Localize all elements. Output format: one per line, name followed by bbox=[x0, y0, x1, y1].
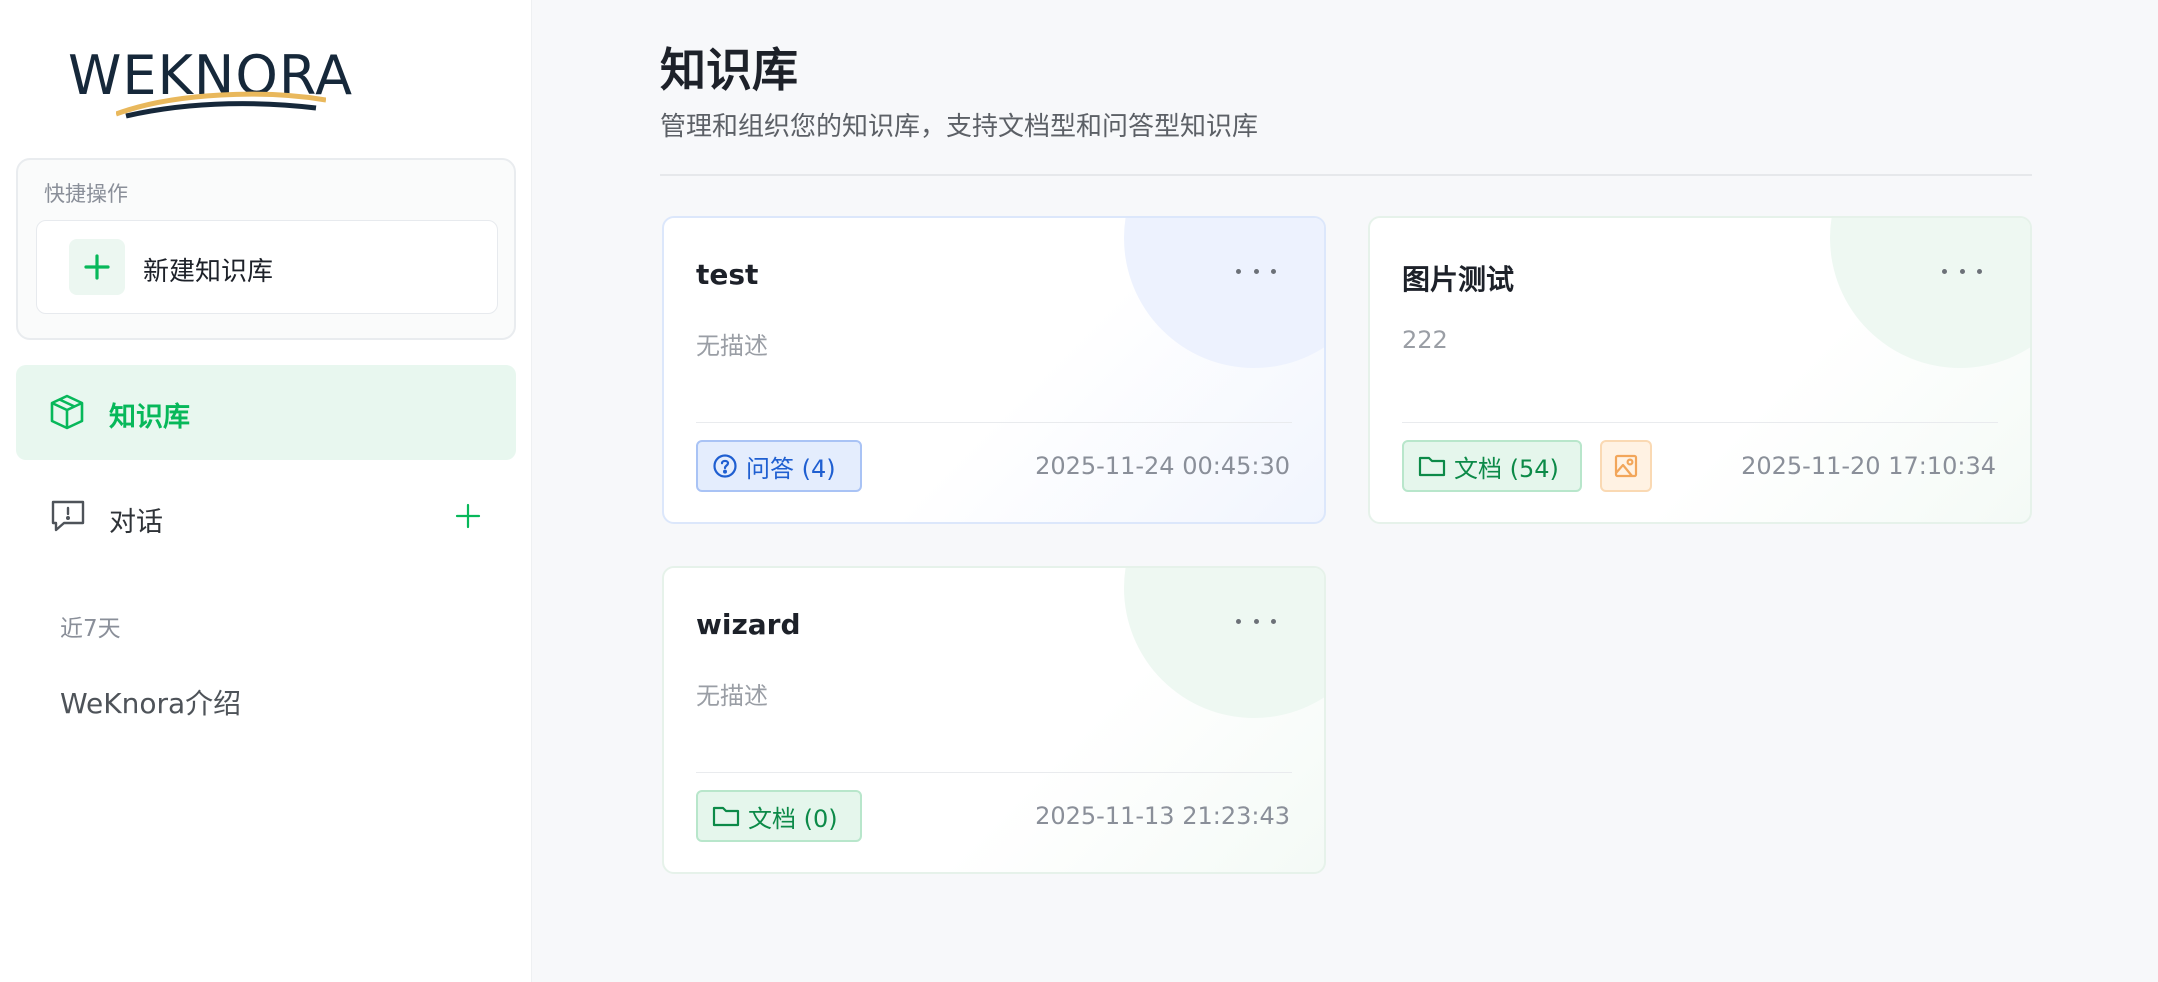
card-description: 无描述 bbox=[696, 682, 768, 710]
plus-icon bbox=[69, 239, 125, 295]
page-subtitle: 管理和组织您的知识库，支持文档型和问答型知识库 bbox=[660, 112, 1259, 142]
document-count-label: 文档 (0) bbox=[748, 804, 838, 833]
document-count-badge[interactable]: 文档 (0) bbox=[696, 790, 862, 842]
card-timestamp: 2025-11-13 21:23:43 bbox=[1035, 802, 1290, 830]
card-decoration bbox=[1124, 218, 1324, 368]
card-divider bbox=[696, 772, 1292, 773]
nav-item-knowledge-base[interactable]: 知识库 bbox=[16, 365, 516, 460]
card-title: 图片测试 bbox=[1402, 263, 1515, 296]
nav-item-chat-label: 对话 bbox=[109, 507, 163, 538]
folder-icon bbox=[712, 804, 740, 828]
card-divider bbox=[696, 422, 1292, 423]
card-description: 222 bbox=[1402, 326, 1448, 354]
more-options-icon[interactable] bbox=[1236, 606, 1276, 636]
more-options-icon[interactable] bbox=[1942, 256, 1982, 286]
card-title: test bbox=[696, 258, 759, 291]
nav-item-chat[interactable]: 对话 bbox=[16, 470, 516, 562]
page-title: 知识库 bbox=[660, 43, 798, 97]
quick-actions-panel: 快捷操作 新建知识库 bbox=[16, 158, 516, 340]
card-decoration bbox=[1124, 568, 1324, 718]
card-divider bbox=[1402, 422, 1998, 423]
image-badge[interactable] bbox=[1600, 440, 1652, 492]
card-timestamp: 2025-11-20 17:10:34 bbox=[1741, 452, 1996, 480]
quick-actions-title: 快捷操作 bbox=[44, 182, 128, 206]
knowledge-base-card[interactable]: wizard 无描述 文档 (0) 2025-11-13 21:23:43 bbox=[662, 566, 1326, 874]
nav-item-knowledge-base-label: 知识库 bbox=[109, 402, 190, 433]
card-title: wizard bbox=[696, 608, 801, 641]
knowledge-base-card[interactable]: 图片测试 222 文档 (54) 2025-11-20 17:10:34 bbox=[1368, 216, 2032, 524]
header-divider bbox=[660, 174, 2032, 176]
card-decoration bbox=[1830, 218, 2030, 368]
logo-swoosh-icon bbox=[116, 91, 326, 119]
recent-chat-item[interactable]: WeKnora介绍 bbox=[60, 682, 241, 722]
new-knowledge-base-label: 新建知识库 bbox=[143, 257, 274, 287]
card-description: 无描述 bbox=[696, 332, 768, 360]
knowledge-base-card[interactable]: test 无描述 问答 (4) 2025-11-24 00:45:30 bbox=[662, 216, 1326, 524]
weknora-logo[interactable]: WEKNORA bbox=[68, 44, 352, 120]
new-knowledge-base-button[interactable]: 新建知识库 bbox=[36, 220, 498, 314]
image-icon bbox=[1613, 453, 1639, 479]
more-options-icon[interactable] bbox=[1236, 256, 1276, 286]
card-timestamp: 2025-11-24 00:45:30 bbox=[1035, 452, 1290, 480]
folder-icon bbox=[1418, 454, 1446, 478]
add-chat-icon[interactable] bbox=[454, 502, 482, 534]
qa-count-label: 问答 (4) bbox=[746, 454, 836, 483]
cube-icon bbox=[48, 393, 86, 435]
chat-bubble-icon bbox=[50, 498, 86, 538]
question-circle-icon bbox=[712, 453, 738, 479]
recent-section-label: 近7天 bbox=[60, 616, 121, 642]
document-count-label: 文档 (54) bbox=[1454, 454, 1559, 483]
qa-count-badge[interactable]: 问答 (4) bbox=[696, 440, 862, 492]
document-count-badge[interactable]: 文档 (54) bbox=[1402, 440, 1582, 492]
sidebar: WEKNORA 快捷操作 新建知识库 知识库 对话 近7天 WeKnora介绍 bbox=[0, 0, 532, 982]
